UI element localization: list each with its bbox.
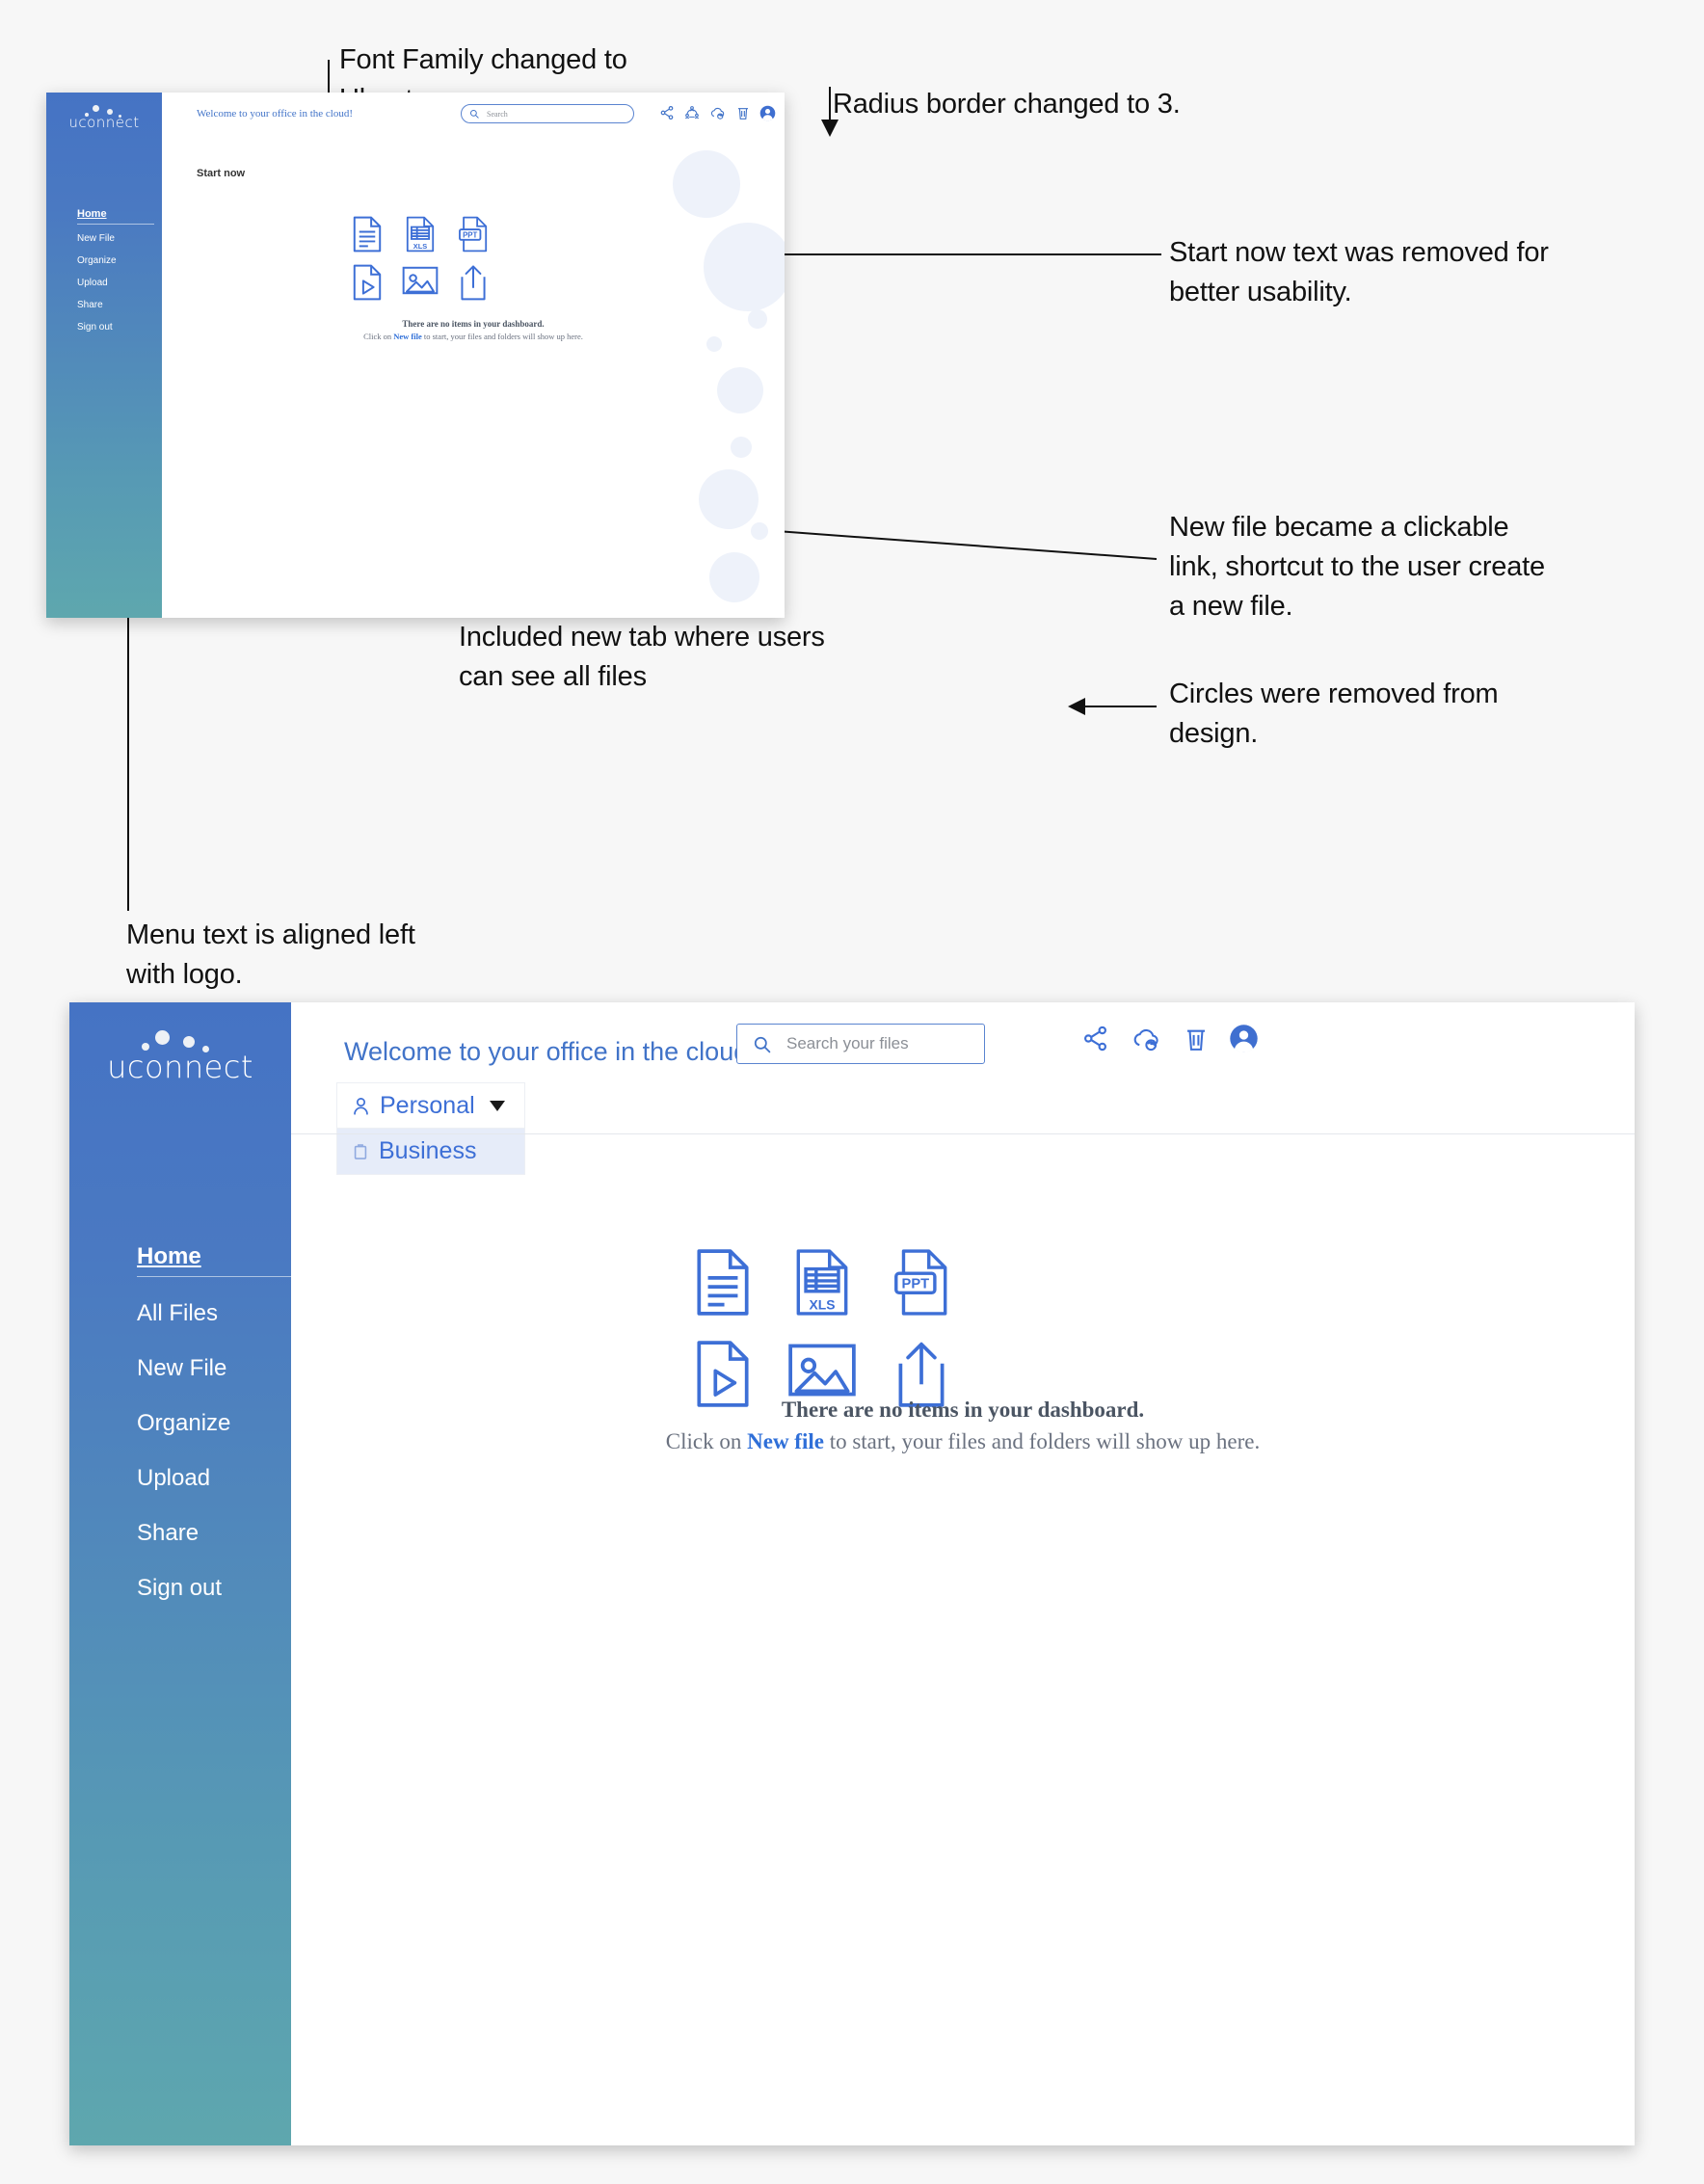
avatar-icon[interactable] (759, 105, 776, 121)
new-logo-text: uconnect (107, 1049, 253, 1085)
old-empty-subtitle: Click on New file to start, your files a… (162, 332, 785, 341)
new-menu-item-share[interactable]: Share (137, 1520, 291, 1547)
new-new-file-link[interactable]: New file (747, 1429, 824, 1453)
share-icon[interactable] (659, 105, 675, 120)
old-empty-title: There are no items in your dashboard. (402, 319, 545, 329)
annotation-circles: Circles were removed from design. (1169, 679, 1499, 749)
ppt-icon: PPT (893, 1249, 947, 1316)
old-menu-item-upload[interactable]: Upload (77, 278, 162, 288)
annotation-new-file-link: New file became a clickable link, shortc… (1169, 512, 1545, 622)
old-empty-suffix: to start, your files and folders will sh… (421, 332, 583, 341)
old-header-icons (659, 104, 776, 121)
new-empty-title: There are no items in your dashboard. (781, 1398, 1145, 1422)
search-icon (469, 109, 479, 119)
decorative-circle (731, 437, 752, 458)
person-icon (354, 1098, 368, 1115)
share-icon[interactable] (1081, 1025, 1109, 1052)
old-design-mockup: uconnect Home New File Organize Upload S… (46, 93, 785, 618)
old-search-input[interactable]: Search (461, 104, 634, 123)
cloud-sync-icon[interactable] (709, 104, 727, 121)
new-logo[interactable]: uconnect (69, 1030, 291, 1085)
new-menu-item-home[interactable]: Home (137, 1243, 291, 1270)
trash-icon[interactable] (736, 105, 750, 120)
avatar-icon[interactable] (1229, 1024, 1259, 1053)
tab-personal[interactable]: Personal (337, 1083, 524, 1129)
decorative-circle (717, 367, 763, 413)
document-icon (697, 1249, 749, 1316)
new-empty-subtitle: Click on New file to start, your files a… (291, 1429, 1635, 1454)
new-empty-prefix: Click on (665, 1429, 748, 1453)
ppt-icon: PPT (458, 216, 487, 253)
new-menu-divider (137, 1276, 291, 1277)
decorative-circle (709, 552, 759, 602)
annotation-radius-border: Radius border changed to 3. (833, 89, 1181, 120)
logo-dot-1 (155, 1030, 171, 1045)
xls-icon: XLS (796, 1249, 848, 1316)
new-design-mockup: uconnect Home All Files New File Organiz… (69, 1002, 1635, 2145)
video-icon (353, 264, 381, 301)
decorative-circle (673, 150, 740, 218)
old-new-file-link[interactable]: New file (393, 332, 422, 341)
tab-business-label: Business (379, 1137, 477, 1164)
xls-label: XLS (809, 1296, 835, 1312)
old-menu-item-sign-out[interactable]: Sign out (77, 322, 162, 333)
new-search-placeholder: Search your files (786, 1034, 909, 1052)
xls-icon: XLS (406, 216, 434, 253)
annotation-menu-align: Menu text is aligned left with logo. (126, 919, 415, 990)
new-search-input[interactable]: Search your files (736, 1024, 985, 1064)
cloud-sync-icon[interactable] (1131, 1025, 1163, 1052)
new-sidebar: uconnect Home All Files New File Organiz… (69, 1002, 291, 2145)
new-menu: Home All Files New File Organize Upload … (137, 1243, 291, 1602)
ppt-label: PPT (901, 1277, 929, 1292)
logo-dot-3 (183, 1036, 196, 1048)
briefcase-icon (354, 1143, 367, 1159)
old-content: Welcome to your office in the cloud! Sea… (162, 93, 785, 618)
tab-personal-label: Personal (380, 1092, 475, 1119)
upload-icon (460, 265, 486, 301)
account-type-tabs: Personal Business (337, 1083, 524, 1174)
new-menu-item-organize[interactable]: Organize (137, 1410, 291, 1437)
new-menu-item-upload[interactable]: Upload (137, 1465, 291, 1492)
tabbar-divider (291, 1133, 1635, 1134)
decorative-circle (751, 522, 768, 540)
old-menu-item-share[interactable]: Share (77, 300, 162, 310)
new-file-type-icons: XLS PPT (692, 1248, 952, 1408)
annotation-new-tab: Included new tab where users can see all… (459, 622, 825, 692)
old-welcome-text: Welcome to your office in the cloud! (197, 108, 354, 120)
logo-dot-1 (93, 105, 100, 112)
new-empty-suffix: to start, your files and folders will sh… (823, 1429, 1261, 1453)
old-sidebar: uconnect Home New File Organize Upload S… (46, 93, 162, 618)
tab-business[interactable]: Business (337, 1129, 524, 1174)
old-menu: Home New File Organize Upload Share Sign… (77, 208, 162, 333)
new-header-icons (1081, 1024, 1259, 1053)
old-start-now-label: Start now (197, 168, 246, 179)
decorative-circle (699, 469, 759, 529)
new-welcome-text: Welcome to your office in the cloud! (344, 1037, 756, 1066)
image-icon (788, 1344, 856, 1397)
new-menu-item-new-file[interactable]: New File (137, 1355, 291, 1382)
old-menu-divider (77, 224, 154, 225)
decorative-circle (704, 223, 785, 311)
old-search-placeholder: Search (487, 109, 508, 119)
trash-icon[interactable] (1185, 1025, 1208, 1052)
old-menu-item-new-file[interactable]: New File (77, 233, 162, 244)
new-content: Welcome to your office in the cloud! Sea… (291, 1002, 1635, 2145)
old-empty-prefix: Click on (363, 332, 394, 341)
new-menu-item-all-files[interactable]: All Files (137, 1300, 291, 1327)
old-menu-item-organize[interactable]: Organize (77, 255, 162, 266)
old-logo[interactable]: uconnect (46, 105, 162, 132)
old-menu-item-home[interactable]: Home (77, 208, 162, 220)
old-logo-text: uconnect (68, 114, 140, 131)
document-icon (353, 216, 381, 253)
collaborate-icon[interactable] (684, 105, 700, 120)
xls-label: XLS (413, 242, 426, 251)
image-icon (402, 266, 438, 295)
search-icon (754, 1036, 771, 1052)
chevron-down-icon[interactable] (489, 1101, 505, 1111)
new-menu-item-sign-out[interactable]: Sign out (137, 1575, 291, 1602)
ppt-label: PPT (463, 230, 477, 239)
annotation-start-now: Start now text was removed for better us… (1169, 237, 1549, 307)
old-file-type-icons: XLS PPT (350, 216, 490, 301)
